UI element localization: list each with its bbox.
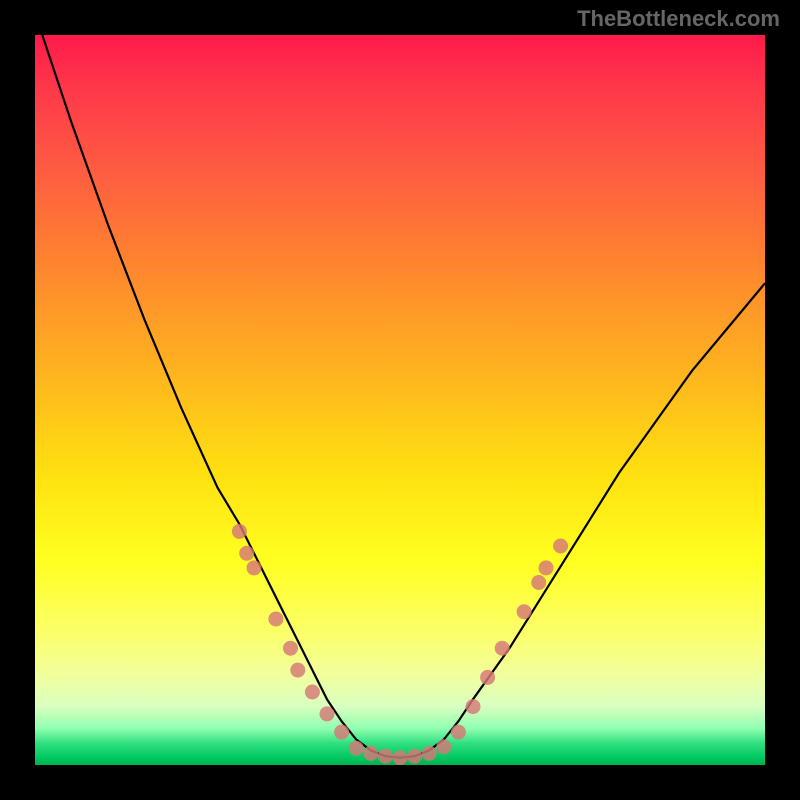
marker-bottom	[407, 749, 422, 764]
marker-bottom	[422, 746, 437, 761]
watermark-text: TheBottleneck.com	[577, 6, 780, 32]
marker-left	[268, 612, 283, 627]
marker-left	[305, 685, 320, 700]
marker-right	[466, 699, 481, 714]
marker-bottom	[436, 739, 451, 754]
marker-bottom	[393, 750, 408, 765]
marker-right	[553, 539, 568, 554]
marker-bottom	[451, 725, 466, 740]
marker-right	[531, 575, 546, 590]
marker-bottom	[363, 746, 378, 761]
marker-left	[247, 560, 262, 575]
marker-left	[290, 663, 305, 678]
marker-bottom	[378, 749, 393, 764]
plot-area	[35, 35, 765, 765]
marker-left	[320, 706, 335, 721]
bottleneck-curve	[42, 35, 765, 758]
marker-bottom	[349, 741, 364, 756]
markers-group	[232, 524, 568, 765]
chart-svg	[35, 35, 765, 765]
curve-group	[42, 35, 765, 758]
marker-left	[334, 725, 349, 740]
marker-right	[480, 670, 495, 685]
marker-right	[539, 560, 554, 575]
marker-right	[495, 641, 510, 656]
marker-left	[232, 524, 247, 539]
marker-left	[239, 546, 254, 561]
marker-right	[517, 604, 532, 619]
marker-left	[283, 641, 298, 656]
